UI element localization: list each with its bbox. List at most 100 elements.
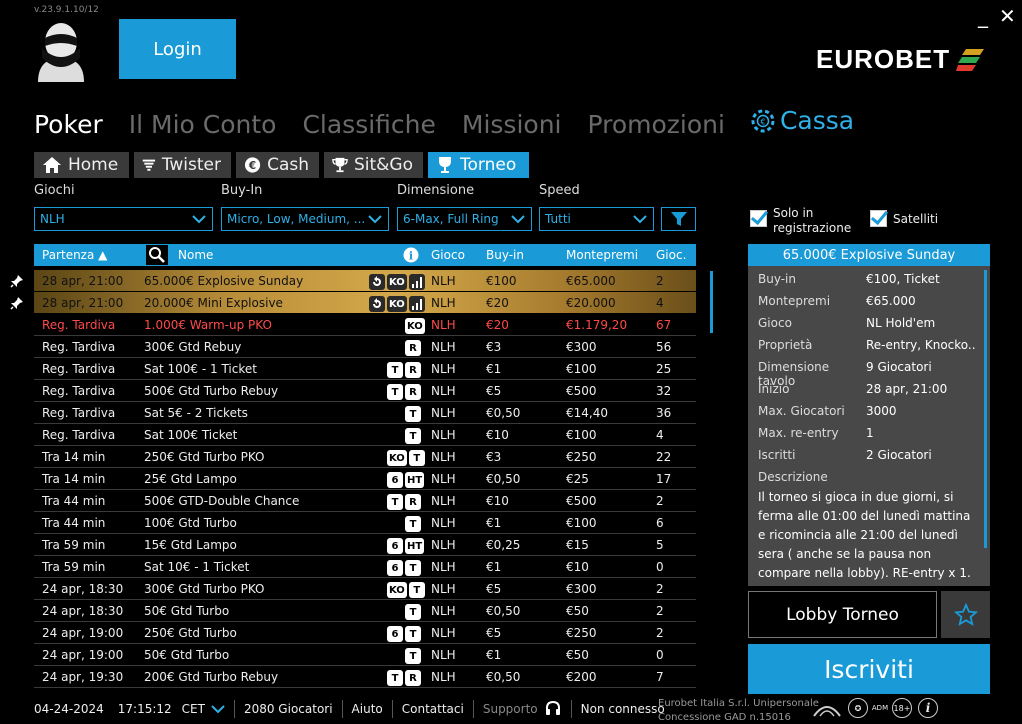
lobby-torneo-button[interactable]: Lobby Torneo	[748, 591, 937, 638]
chevron-down-icon	[192, 214, 206, 223]
col-giocatori[interactable]: Gioc.	[656, 248, 686, 262]
table-row[interactable]: Tra 14 min 250€ Gtd Turbo PKO NLH €3 €250 22 K…	[34, 446, 696, 468]
feature-badges: 6T	[387, 626, 421, 642]
pin-icon[interactable]	[10, 296, 24, 310]
cell-players: 22	[656, 450, 672, 464]
table-row[interactable]: Reg. Tardiva Sat 5€ - 2 Tickets NLH €0,50 €1…	[34, 402, 696, 424]
solo-registrazione-checkbox[interactable]: Solo in registrazione	[750, 206, 853, 236]
table-row[interactable]: 24 apr, 18:30 300€ Gtd Turbo PKO NLH €5 €300…	[34, 578, 696, 600]
cell-name: 300€ Gtd Turbo PKO	[144, 582, 265, 596]
tab-cash[interactable]: € Cash	[236, 152, 319, 178]
favorite-button[interactable]	[941, 591, 990, 638]
pin-slot	[0, 314, 30, 336]
footer-support[interactable]: Supporto	[483, 702, 538, 716]
table-scrollbar[interactable]	[710, 271, 713, 333]
tab-torneo-label: Torneo	[460, 155, 517, 175]
avatar[interactable]	[30, 18, 92, 82]
buyin-select[interactable]: Micro, Low, Medium, ...	[221, 207, 389, 231]
cell-start: Tra 44 min	[42, 494, 106, 508]
speed-select[interactable]: Tutti	[539, 207, 654, 231]
table-row[interactable]: 24 apr, 19:00 50€ Gtd Turbo NLH €1 €50 0 T	[34, 644, 696, 666]
legal-line-2: Concessione GAD n.15016	[658, 712, 791, 723]
pin-slot	[0, 424, 30, 446]
turbo-badge: T	[405, 604, 421, 620]
cell-players: 0	[656, 560, 664, 574]
turbo-badge: T	[405, 406, 421, 422]
table-row[interactable]: Tra 14 min 25€ Gtd Lampo NLH €0,50 €25 17 6 HT	[34, 468, 696, 490]
table-row[interactable]: Tra 44 min 500€ GTD-Double Chance NLH €10 €5…	[34, 490, 696, 512]
detail-row: Buy-in €100, Ticket	[758, 272, 976, 286]
cell-name: 100€ Gtd Turbo	[144, 516, 237, 530]
footer-contacts[interactable]: Contattaci	[402, 702, 464, 716]
cell-start: Reg. Tardiva	[42, 406, 116, 420]
footer-help[interactable]: Aiuto	[352, 702, 383, 716]
login-button[interactable]: Login	[119, 19, 236, 79]
col-montepremi[interactable]: Montepremi	[566, 248, 638, 262]
feature-badges: TR	[387, 362, 421, 378]
footer-timezone[interactable]: CET	[182, 702, 205, 716]
cell-name: 500€ Gtd Turbo Rebuy	[144, 384, 279, 398]
cell-prize: €10	[566, 560, 589, 574]
panel-scrollbar[interactable]	[984, 270, 987, 548]
six-max-badge: 6	[387, 538, 403, 554]
detail-key: Max. re-entry	[758, 426, 839, 440]
table-row[interactable]: 28 apr, 21:00 20.000€ Mini Explosive NLH €2…	[34, 292, 696, 314]
nav-promozioni[interactable]: Promozioni	[588, 110, 725, 139]
cell-prize: €50	[566, 604, 589, 618]
checkbox-checked[interactable]	[870, 210, 887, 227]
feature-badges: 6 HT	[387, 538, 425, 554]
table-row[interactable]: Reg. Tardiva 300€ Gtd Rebuy NLH €3 €300 56 R	[34, 336, 696, 358]
info-icon[interactable]: i	[403, 247, 419, 263]
detail-value: 1	[866, 426, 874, 440]
table-row[interactable]: Reg. Tardiva 500€ Gtd Turbo Rebuy NLH €5 €50…	[34, 380, 696, 402]
nav-poker[interactable]: Poker	[34, 110, 103, 139]
tab-twister[interactable]: Twister	[134, 152, 231, 178]
cell-prize: €250	[566, 450, 597, 464]
pin-icon[interactable]	[10, 274, 24, 288]
nav-missioni[interactable]: Missioni	[462, 110, 562, 139]
col-partenza[interactable]: Partenza ▲	[42, 248, 107, 262]
table-header: Partenza ▲ Nome i Gioco Buy-in Monteprem…	[34, 244, 696, 266]
chevron-down-icon	[368, 214, 382, 223]
chevron-down-icon[interactable]	[211, 704, 225, 714]
iscriviti-button[interactable]: Iscriviti	[748, 644, 990, 694]
tab-home[interactable]: Home	[34, 152, 129, 178]
feature-badges: KO T	[387, 582, 425, 598]
table-row[interactable]: 24 apr, 19:00 250€ Gtd Turbo NLH €5 €250 2 6 T	[34, 622, 696, 644]
filter-button[interactable]	[661, 207, 696, 231]
close-button[interactable]: ✕	[999, 4, 1016, 28]
info-circle-icon[interactable]: i	[918, 698, 938, 718]
tab-torneo[interactable]: Torneo	[428, 152, 529, 178]
table-row[interactable]: 24 apr, 18:30 50€ Gtd Turbo NLH €0,50 €50 2 T	[34, 600, 696, 622]
nav-classifiche[interactable]: Classifiche	[302, 110, 435, 139]
feature-badges: T	[405, 604, 421, 620]
nav-cassa[interactable]: € Cassa	[751, 106, 854, 135]
checkbox-checked[interactable]	[750, 210, 767, 227]
headset-icon[interactable]	[544, 700, 562, 718]
svg-text:i: i	[409, 250, 413, 263]
tab-sitgo[interactable]: Sit&Go	[324, 152, 423, 178]
satelliti-checkbox[interactable]: Satelliti	[870, 206, 938, 227]
nav-il-mio-conto[interactable]: Il Mio Conto	[129, 110, 277, 139]
table-row[interactable]: Tra 44 min 100€ Gtd Turbo NLH €1 €100 6 T	[34, 512, 696, 534]
search-icon[interactable]	[146, 245, 168, 265]
table-row[interactable]: 24 apr, 19:30 200€ Gtd Turbo Rebuy NLH €0,5…	[34, 666, 696, 688]
table-row[interactable]: Reg. Tardiva 1.000€ Warm-up PKO NLH €20 €1.1…	[34, 314, 696, 336]
cell-start: 24 apr, 18:30	[42, 582, 124, 596]
col-nome[interactable]: Nome	[178, 248, 213, 262]
table-row[interactable]: Reg. Tardiva Sat 100€ - 1 Ticket NLH €1 €100…	[34, 358, 696, 380]
table-row[interactable]: Tra 59 min Sat 10€ - 1 Ticket NLH €1 €10 0 6 T	[34, 556, 696, 578]
table-row[interactable]: Tra 59 min 15€ Gtd Lampo NLH €0,25 €15 5 6 HT	[34, 534, 696, 556]
giochi-select[interactable]: NLH	[34, 207, 213, 231]
cell-buyin: €1	[486, 648, 502, 662]
footer-time: 17:15:12	[117, 702, 172, 716]
minimize-button[interactable]: _	[978, 4, 988, 28]
col-gioco[interactable]: Gioco	[431, 248, 465, 262]
cell-buyin: €1	[486, 362, 502, 376]
table-row[interactable]: Reg. Tardiva Sat 100€ Ticket NLH €10 €100 4 T	[34, 424, 696, 446]
dimensione-select[interactable]: 6-Max, Full Ring	[397, 207, 532, 231]
col-buyin[interactable]: Buy-in	[486, 248, 524, 262]
panel-title: 65.000€ Explosive Sunday	[748, 244, 990, 266]
table-row[interactable]: 28 apr, 21:00 65.000€ Explosive Sunday NLH…	[34, 270, 696, 292]
footer-connection-status: Non connesso	[580, 702, 665, 716]
